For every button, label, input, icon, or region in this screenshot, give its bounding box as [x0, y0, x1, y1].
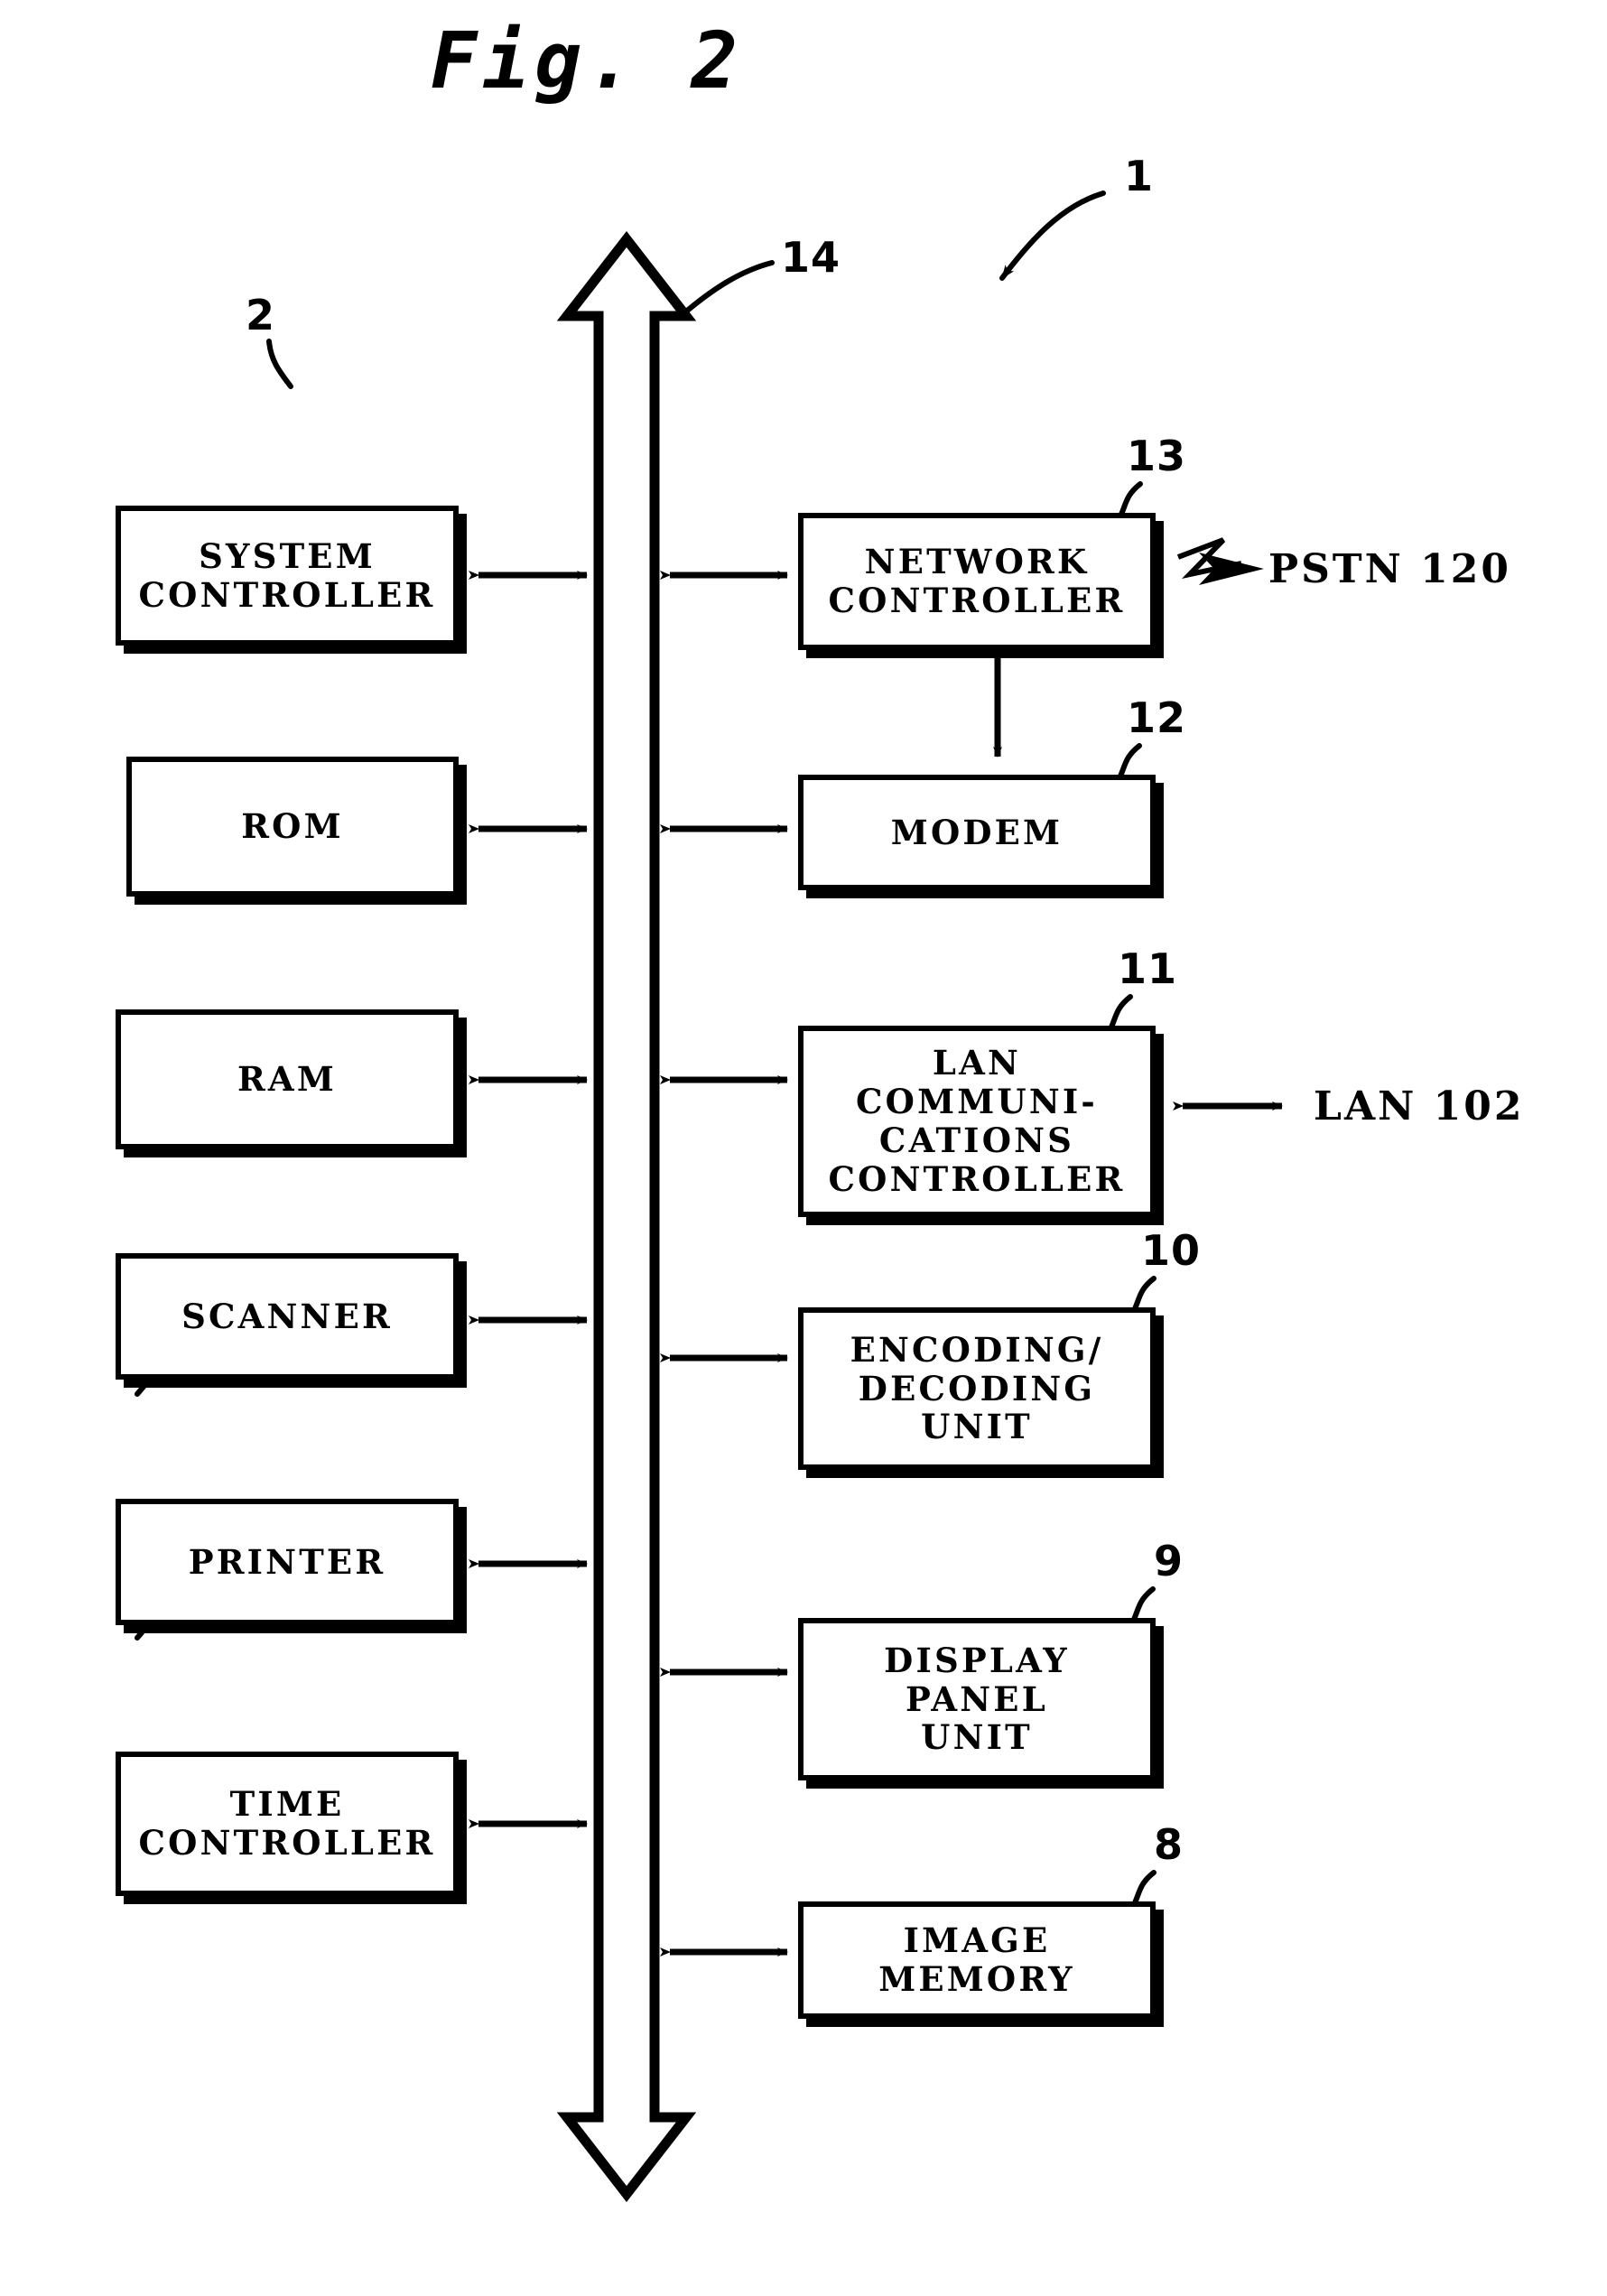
left-bus-arrows [469, 571, 588, 1828]
ref-numeral-12: 12 [1127, 693, 1187, 742]
block-network-controller[interactable]: NETWORK CONTROLLER [798, 513, 1156, 650]
leader-line-bus [683, 260, 775, 314]
ref-numeral-2: 2 [246, 291, 276, 339]
block-printer[interactable]: PRINTER [116, 1499, 459, 1625]
block-rom[interactable]: ROM [126, 757, 459, 897]
right-bus-arrows [660, 571, 788, 1957]
block-modem[interactable]: MODEM [798, 775, 1156, 890]
figure-canvas: Fig. 2 1 14 2 13 12 11 10 9 8 SYSTEM CON… [0, 0, 1607, 2296]
block-scanner[interactable]: SCANNER [116, 1253, 459, 1380]
ref-numeral-8: 8 [1154, 1820, 1184, 1869]
block-display-panel-unit[interactable]: DISPLAY PANEL UNIT [798, 1618, 1156, 1780]
ref-numeral-9: 9 [1154, 1537, 1184, 1585]
external-label-pstn: PSTN 120 [1268, 546, 1511, 592]
ref-numeral-13: 13 [1127, 432, 1187, 480]
block-image-memory[interactable]: IMAGE MEMORY [798, 1901, 1156, 2019]
figure-title: Fig. 2 [430, 16, 744, 107]
external-label-lan: LAN 102 [1314, 1083, 1525, 1129]
ref-numeral-bus: 14 [781, 233, 841, 282]
block-ram[interactable]: RAM [116, 1009, 459, 1149]
block-time-controller[interactable]: TIME CONTROLLER [116, 1752, 459, 1896]
ref-numeral-system: 1 [1124, 152, 1155, 200]
system-bus [556, 231, 697, 2202]
ref-numeral-11: 11 [1118, 944, 1178, 993]
ref-numeral-10: 10 [1141, 1226, 1202, 1275]
pstn-connector [1176, 537, 1264, 585]
system-callout-arrow [999, 191, 1106, 281]
block-lan-communications-controller[interactable]: LAN COMMUNI- CATIONS CONTROLLER [798, 1026, 1156, 1217]
block-system-controller[interactable]: SYSTEM CONTROLLER [116, 506, 459, 646]
block-encoding-decoding-unit[interactable]: ENCODING/ DECODING UNIT [798, 1307, 1156, 1470]
